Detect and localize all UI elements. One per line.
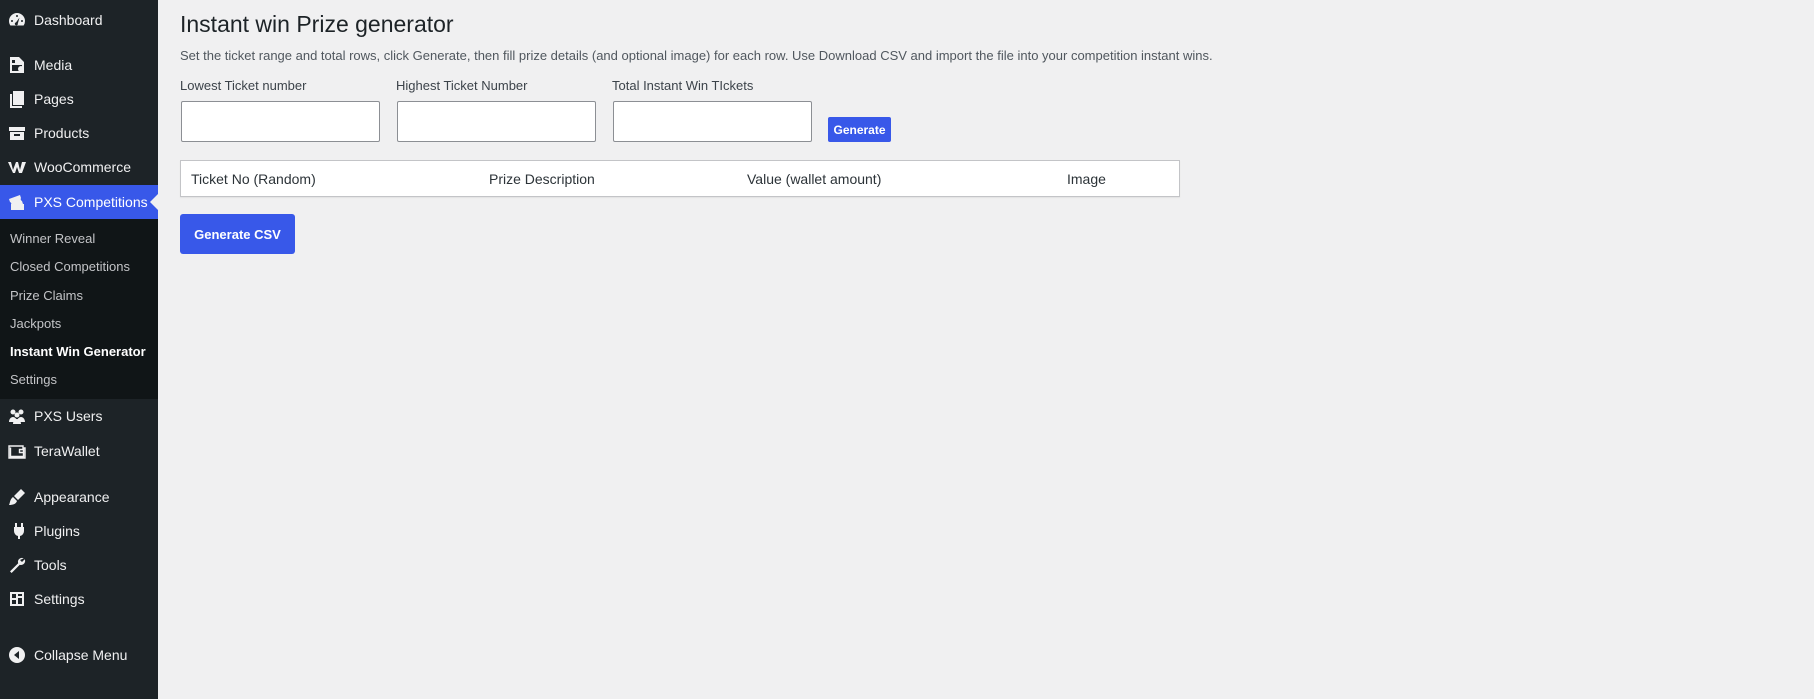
wallet-icon (0, 434, 34, 468)
total-tickets-input[interactable] (613, 101, 812, 142)
plugin-icon (0, 514, 34, 548)
page-description: Set the ticket range and total rows, cli… (180, 48, 1213, 63)
menu-item-label: Dashboard (34, 12, 103, 28)
media-icon (0, 48, 34, 82)
highest-ticket-label: Highest Ticket Number (396, 78, 528, 93)
menu-item-woocommerce[interactable]: WooCommerce (0, 150, 158, 184)
menu-item-label: PXS Competitions (34, 194, 148, 210)
menu-item-label: Collapse Menu (34, 647, 128, 663)
submenu-item-closed-competitions[interactable]: Closed Competitions (10, 257, 130, 277)
admin-sidebar: Dashboard Media Pages Products WooCommer… (0, 0, 158, 699)
generate-button[interactable]: Generate (828, 117, 891, 142)
menu-item-dashboard[interactable]: Dashboard (0, 3, 158, 37)
lowest-ticket-input[interactable] (181, 101, 380, 142)
prize-table: Ticket No (Random) Prize Description Val… (180, 160, 1180, 197)
tickets-icon (0, 185, 34, 219)
menu-item-appearance[interactable]: Appearance (0, 480, 158, 514)
products-icon (0, 116, 34, 150)
menu-item-pages[interactable]: Pages (0, 82, 158, 116)
menu-item-label: Settings (34, 591, 85, 607)
submenu-item-instant-win-generator[interactable]: Instant Win Generator (10, 342, 146, 362)
menu-item-label: Media (34, 57, 73, 73)
competitions-submenu: Winner Reveal Closed Competitions Prize … (0, 219, 158, 399)
menu-item-label: Products (34, 125, 90, 141)
page-title: Instant win Prize generator (180, 11, 454, 37)
menu-item-pxs-users[interactable]: PXS Users (0, 399, 158, 433)
submenu-item-prize-claims[interactable]: Prize Claims (10, 286, 83, 306)
submenu-item-jackpots[interactable]: Jackpots (10, 314, 61, 334)
menu-item-label: TeraWallet (34, 443, 100, 459)
menu-item-label: Tools (34, 557, 67, 573)
lowest-ticket-label: Lowest Ticket number (180, 78, 307, 93)
submenu-item-winner-reveal[interactable]: Winner Reveal (10, 229, 95, 249)
generate-csv-button[interactable]: Generate CSV (180, 214, 295, 254)
menu-item-media[interactable]: Media (0, 48, 158, 82)
menu-item-label: Appearance (34, 489, 110, 505)
collapse-menu-button[interactable]: Collapse Menu (0, 638, 158, 672)
submenu-item-settings[interactable]: Settings (10, 370, 57, 390)
brush-icon (0, 480, 34, 514)
menu-item-settings[interactable]: Settings (0, 582, 158, 616)
menu-item-terawallet[interactable]: TeraWallet (0, 434, 158, 468)
menu-item-label: Pages (34, 91, 74, 107)
menu-item-tools[interactable]: Tools (0, 548, 158, 582)
dashboard-icon (0, 3, 34, 37)
woocommerce-icon (0, 150, 34, 184)
menu-item-label: PXS Users (34, 408, 103, 424)
total-tickets-label: Total Instant Win TIckets (612, 78, 754, 93)
menu-item-label: WooCommerce (34, 159, 131, 175)
highest-ticket-input[interactable] (397, 101, 596, 142)
menu-item-label: Plugins (34, 523, 80, 539)
column-header-value: Value (wallet amount) (747, 171, 882, 187)
collapse-icon (0, 638, 34, 672)
users-icon (0, 399, 34, 433)
menu-item-products[interactable]: Products (0, 116, 158, 150)
wrench-icon (0, 548, 34, 582)
column-header-image: Image (1067, 171, 1106, 187)
pages-icon (0, 82, 34, 116)
menu-item-plugins[interactable]: Plugins (0, 514, 158, 548)
main-content: Instant win Prize generator Set the tick… (158, 0, 1814, 699)
menu-item-pxs-competitions[interactable]: PXS Competitions (0, 185, 158, 219)
column-header-prize-description: Prize Description (489, 171, 595, 187)
settings-icon (0, 582, 34, 616)
column-header-ticket-no: Ticket No (Random) (191, 171, 316, 187)
